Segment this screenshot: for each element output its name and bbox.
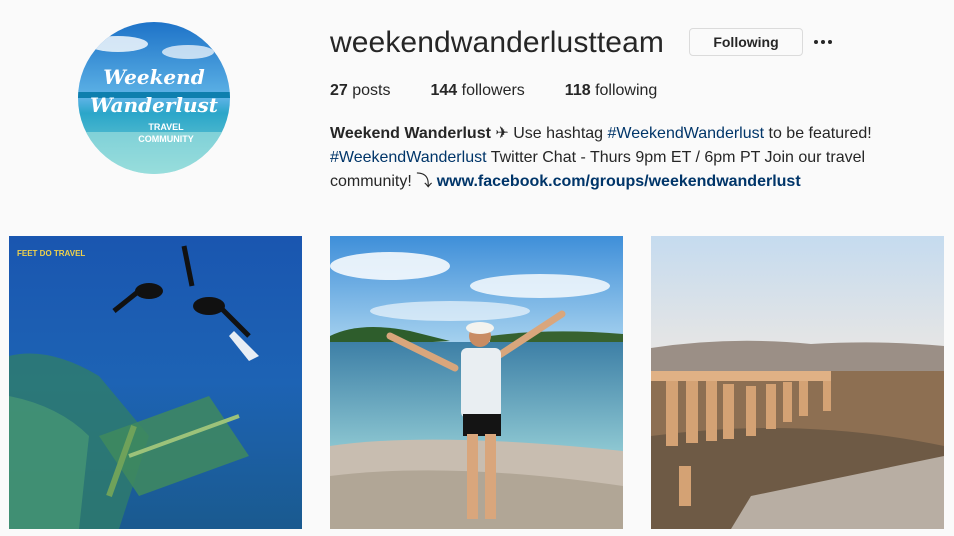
website-link[interactable]: www.facebook.com/groups/weekendwanderlus… — [437, 173, 801, 190]
following-count: 118 — [564, 82, 591, 99]
avatar-text-weekend: Weekend — [103, 65, 204, 89]
post-thumbnail-underwater[interactable]: FEET DO TRAVEL — [9, 236, 302, 529]
bio-text: to be featured! — [768, 125, 872, 142]
followers-count: 144 — [430, 82, 458, 99]
profile-bio: Weekend Wanderlust ✈ Use hashtag #Weeken… — [330, 122, 920, 194]
profile-username: weekendwanderlustteam — [330, 26, 664, 59]
post-thumbnail-ruins[interactable] — [651, 236, 944, 529]
bio-name: Weekend Wanderlust — [330, 125, 491, 142]
posts-count: 27 — [330, 82, 348, 99]
avatar-text-travel: TRAVEL — [148, 122, 184, 132]
arrow-down-icon: ⤵ — [416, 173, 433, 190]
post-thumbnail-beach[interactable] — [330, 236, 623, 529]
profile-avatar[interactable]: Weekend Wanderlust TRAVEL COMMUNITY — [78, 22, 230, 174]
bio-text: Use hashtag — [513, 125, 604, 142]
more-options-icon[interactable] — [812, 30, 834, 54]
followers-label: followers — [461, 82, 525, 99]
dot — [828, 40, 832, 44]
watermark-text: FEET DO TRAVEL — [17, 249, 85, 258]
dot — [821, 40, 825, 44]
avatar-text-wanderlust: Wanderlust — [90, 93, 219, 117]
posts-stat: 27 posts — [330, 82, 391, 100]
hashtag-link[interactable]: #WeekendWanderlust — [608, 125, 765, 142]
following-button[interactable]: Following — [689, 28, 803, 56]
followers-stat[interactable]: 144 followers — [431, 82, 525, 100]
following-stat[interactable]: 118 following — [565, 82, 658, 100]
avatar-text-community: COMMUNITY — [138, 134, 194, 144]
profile-stats: 27 posts 144 followers 118 following — [330, 82, 697, 100]
airplane-icon: ✈ — [495, 125, 509, 142]
posts-label: posts — [352, 82, 391, 99]
hashtag-link[interactable]: #WeekendWanderlust — [330, 149, 487, 166]
following-label: following — [595, 82, 658, 99]
dot — [814, 40, 818, 44]
